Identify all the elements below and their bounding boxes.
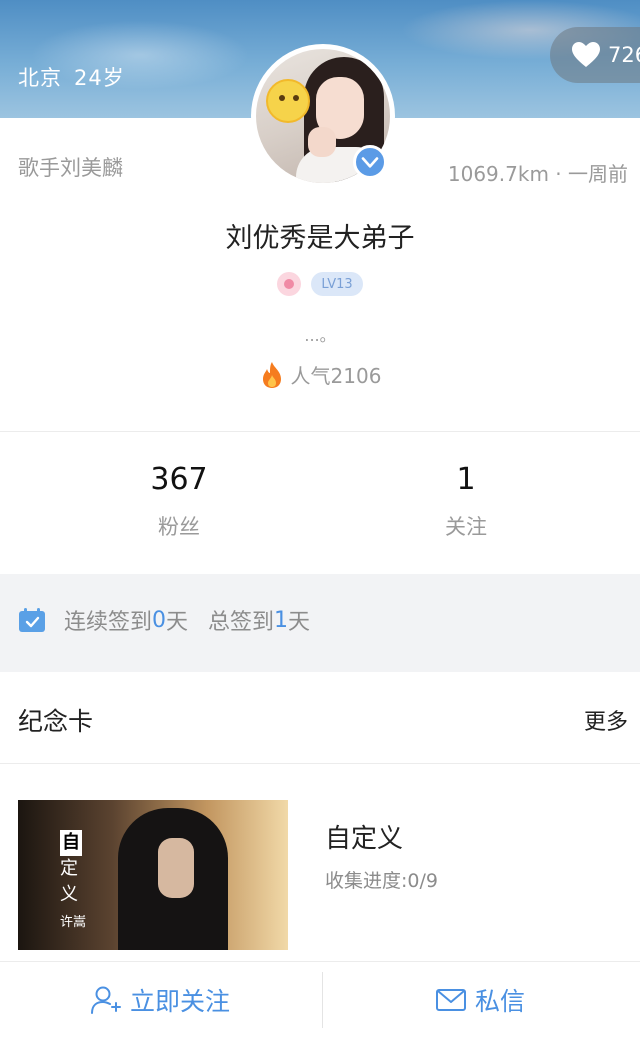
flame-icon — [262, 361, 281, 388]
location-age: 北京 24岁 — [18, 62, 137, 92]
location-text: 北京 — [18, 66, 62, 90]
following-stat[interactable]: 1 关注 — [366, 462, 566, 541]
message-label: 私信 — [474, 987, 525, 1016]
checkin-streak-value: 0 — [152, 607, 167, 633]
section-title: 纪念卡 — [18, 707, 94, 736]
checkin-total-unit: 天 — [288, 610, 311, 635]
checkin-info: 连续签到 0 天 总签到 1 天 — [18, 604, 310, 636]
card-name[interactable]: 自定义 — [325, 818, 403, 855]
checkin-streak-prefix: 连续签到 — [64, 610, 153, 635]
heart-icon — [572, 42, 600, 67]
follow-button[interactable]: 立即关注 — [0, 962, 320, 1037]
follow-label: 立即关注 — [129, 987, 230, 1016]
checkin-total-value: 1 — [274, 607, 289, 633]
popularity: 人气2106 — [0, 360, 640, 389]
mail-icon — [435, 989, 466, 1011]
fans-stat[interactable]: 367 粉丝 — [79, 462, 279, 541]
bio-text: ...。 — [304, 326, 336, 345]
memorial-card-header: 纪念卡 更多 — [0, 672, 640, 764]
fans-count: 367 — [150, 462, 208, 497]
card-progress: 收集进度:0/9 — [325, 870, 438, 892]
like-button[interactable]: 726 — [550, 27, 640, 83]
divider — [0, 431, 640, 432]
calendar-icon — [19, 608, 45, 632]
more-link[interactable]: 更多 — [584, 704, 628, 736]
like-count: 726 — [608, 43, 640, 67]
profile-title-tag: 歌手刘美麟 — [18, 156, 123, 180]
message-button[interactable]: 私信 — [320, 962, 640, 1037]
bottom-action-bar: 立即关注 私信 — [0, 961, 640, 1037]
level-badge: LV13 — [311, 272, 363, 296]
following-label: 关注 — [445, 515, 487, 539]
verified-badge-icon — [353, 145, 387, 179]
distance-time: 1069.7km · 一周前 — [447, 162, 628, 186]
card-image-caption: 自 定 义 许嵩 — [60, 830, 87, 930]
checkin-streak-unit: 天 — [166, 610, 189, 635]
following-count: 1 — [456, 462, 476, 497]
memorial-card-image[interactable]: 自 定 义 许嵩 — [18, 800, 288, 950]
badge-row: LV13 — [0, 272, 640, 296]
nickname: 刘优秀是大弟子 — [225, 223, 415, 254]
add-user-icon — [90, 986, 121, 1014]
gender-badge-icon — [277, 272, 302, 296]
age-text: 24岁 — [74, 66, 125, 90]
smiley-sticker-icon — [266, 79, 310, 123]
checkin-total-prefix: 总签到 — [208, 610, 275, 635]
fans-label: 粉丝 — [158, 515, 200, 539]
popularity-text: 人气2106 — [290, 364, 382, 388]
